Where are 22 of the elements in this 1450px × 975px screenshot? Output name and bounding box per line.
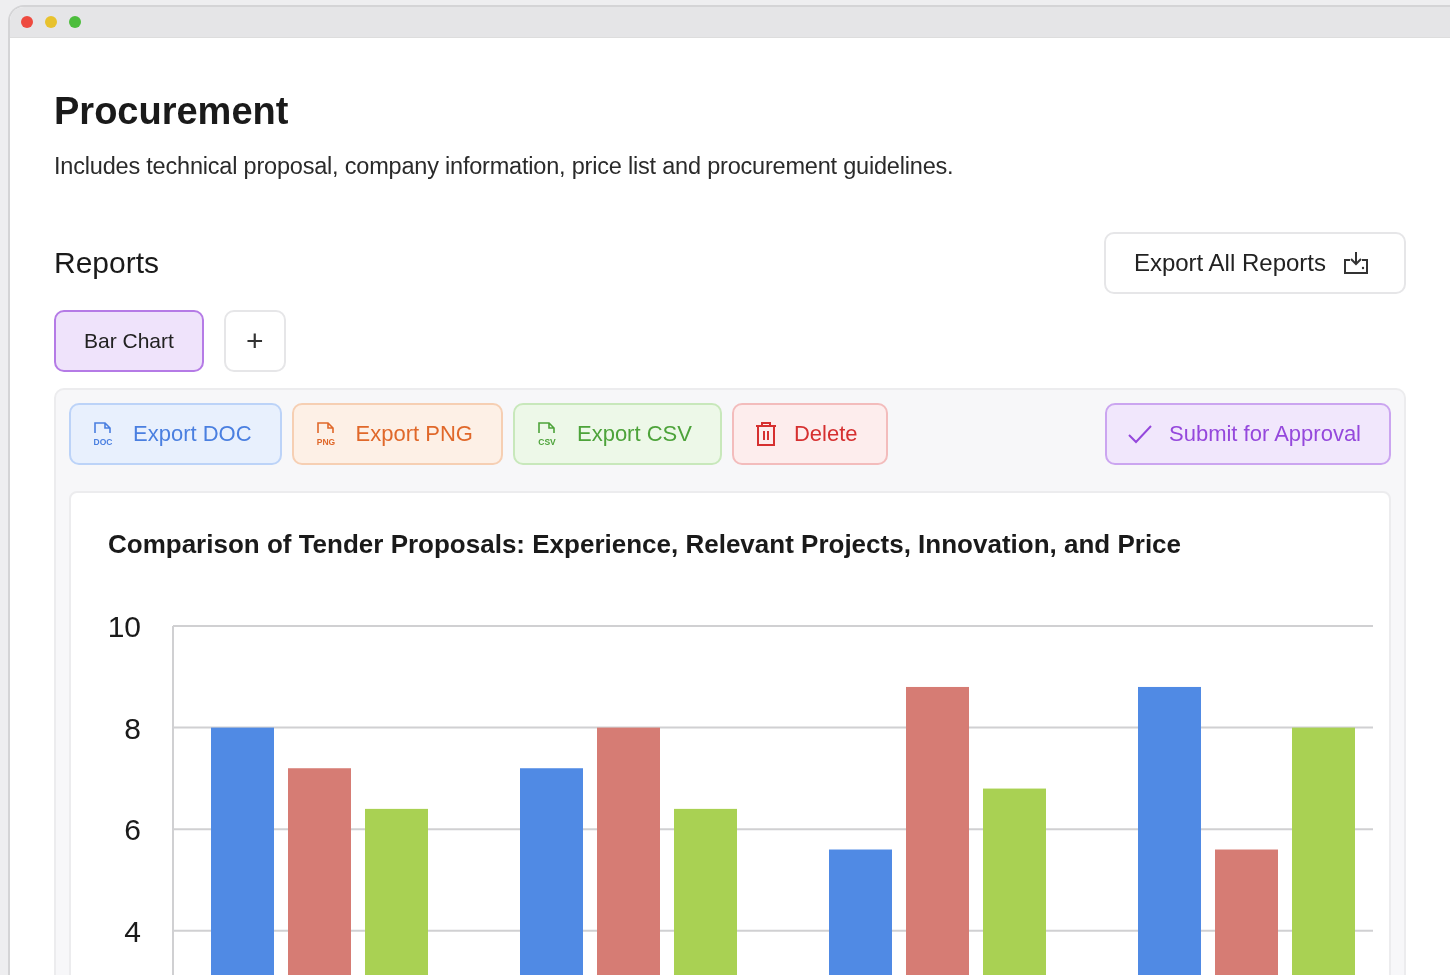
axis-tick-label: 6 — [124, 813, 141, 847]
chart-title: Comparison of Tender Proposals: Experience, Relevant Projects, Innovation, and Price — [108, 529, 1183, 560]
page-title: Procurement — [54, 90, 290, 133]
export-all-button[interactable]: Export All Reports — [1103, 232, 1406, 294]
download-icon — [1342, 250, 1370, 276]
export-button[interactable]: DOC Export DOC — [69, 403, 282, 465]
page-description: Includes technical proposal, company information, price list and procurement guidelines. — [54, 153, 955, 180]
export-button[interactable]: CSV Export CSV — [512, 403, 722, 465]
submit-button[interactable]: Submit for Approval — [1105, 403, 1391, 465]
export-button[interactable]: PNG Export PNG — [291, 403, 503, 465]
section-heading: Reports — [54, 246, 160, 280]
checkmark-icon — [1127, 424, 1153, 444]
trash-icon — [753, 421, 778, 447]
maximize-icon[interactable] — [69, 16, 81, 28]
axis-tick-label: 10 — [107, 610, 141, 643]
close-icon[interactable] — [21, 16, 33, 28]
minimize-icon[interactable] — [45, 16, 57, 28]
axis-tick-label: 8 — [124, 711, 141, 745]
add-tab-button[interactable]: + — [223, 310, 286, 372]
axis-tick-label: 4 — [124, 914, 141, 948]
report-tab[interactable]: Bar Chart — [54, 310, 204, 372]
delete-button[interactable]: Delete — [731, 403, 888, 465]
